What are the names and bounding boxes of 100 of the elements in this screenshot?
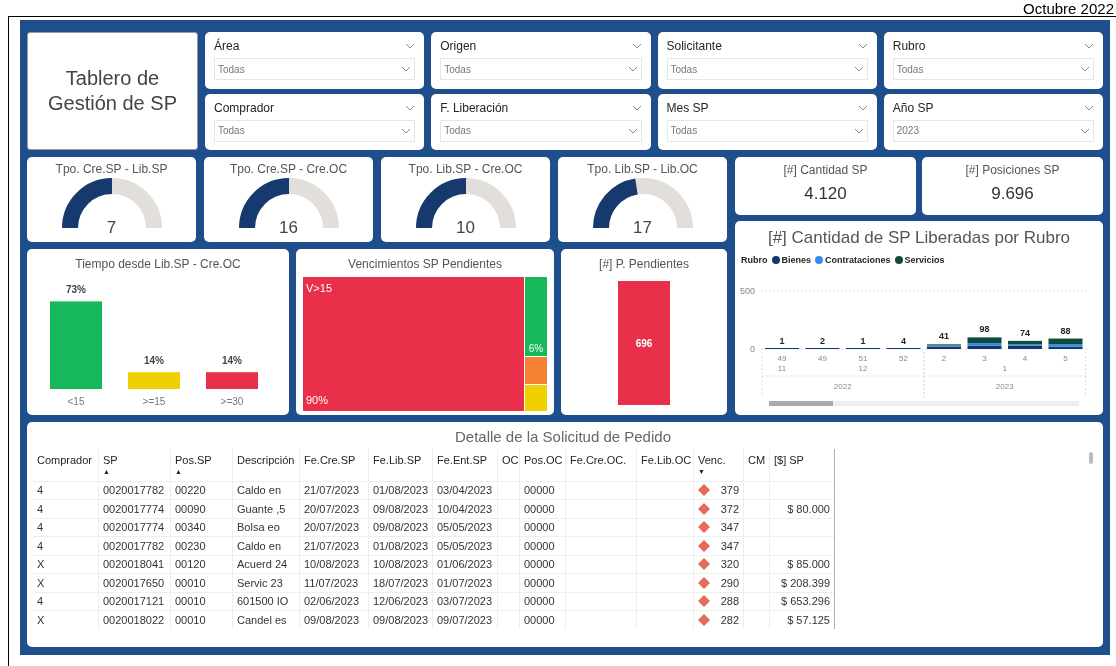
table-cell-text: 00000 (524, 594, 555, 609)
legend-label: Servicios (904, 253, 945, 267)
table-cell-text: 20/07/2023 (304, 501, 360, 517)
table-cell-text: 10/04/2023 (437, 501, 493, 517)
chart-title: Vencimientos SP Pendientes (348, 256, 502, 273)
x-tick: 49 (777, 354, 787, 363)
x-tick: 4 (1022, 354, 1028, 363)
value-label: 1 (860, 336, 866, 346)
x-tick: 52 (899, 354, 908, 363)
kpi-value: 4.120 (804, 183, 847, 205)
gauge-value: 7 (105, 219, 118, 236)
table-cell-text: 01/06/2023 (437, 557, 493, 572)
table-cell-text: 05/05/2023 (437, 538, 493, 554)
chart-title: [#] P. Pendientes (599, 256, 689, 273)
table-cell-text: 00010 (175, 575, 206, 591)
period-label: Octubre 2022 (1023, 0, 1114, 19)
table-cell-text: X (37, 575, 45, 591)
table-cell-text: 379 (720, 483, 739, 498)
table-cell-text: 00230 (175, 538, 206, 554)
legend-label: Bienes (781, 253, 811, 267)
gauge-value: 10 (455, 219, 476, 236)
table-cell-text: 4 (37, 538, 44, 554)
table-cell-text: 347 (720, 538, 739, 554)
table-cell-text: Bolsa eo (237, 520, 280, 535)
table-cell-text: Caldo en (237, 483, 282, 498)
table-cell-text: $ 208.399 (781, 575, 830, 591)
table-cell-text: 0020018041 (103, 557, 165, 572)
table-cell-text: Candel es (237, 612, 287, 628)
filter-label: Área (214, 37, 240, 55)
chart-title: Tiempo desde Lib.SP - Cre.OC (75, 256, 241, 273)
table-cell-text: 09/07/2023 (437, 612, 493, 628)
table-cell-text: 0020017774 (103, 501, 165, 517)
table-cell-text: 03/07/2023 (437, 594, 493, 609)
table-cell-text: Acuerd 24 (237, 557, 288, 572)
value-label: 2 (820, 336, 825, 346)
table-cell-text: 0020017774 (103, 520, 165, 535)
table-cell-text: 0020017650 (103, 575, 165, 591)
table-cell-text: 0020017782 (103, 483, 165, 498)
table-cell-text: 00120 (175, 557, 206, 572)
table-cell-text: 290 (720, 575, 739, 591)
table-cell-text: 00000 (524, 557, 555, 572)
table-cell-text: 18/07/2023 (373, 575, 429, 591)
table-cell-text: $ 653.296 (781, 594, 830, 609)
gauge-title: Tpo. Cre.SP - Cre.OC (229, 161, 348, 178)
table-cell-text: 4 (37, 520, 44, 535)
table-cell-text: 09/08/2023 (304, 612, 360, 628)
table-cell-text: 09/08/2023 (373, 520, 429, 535)
filter-label: Solicitante (666, 38, 722, 55)
table-cell-text: 601500 IO (237, 594, 289, 609)
value-label: 4 (901, 336, 906, 346)
legend-label: Contrataciones (825, 253, 891, 267)
table-cell-text: 4 (37, 483, 44, 498)
table-cell-text: 11/07/2023 (304, 575, 359, 591)
table-cell-text: 01/08/2023 (373, 483, 429, 498)
value-label: 1 (779, 336, 785, 346)
table-cell-text: 347 (720, 520, 739, 535)
gauge-value: 16 (278, 219, 299, 236)
table-cell-text: 320 (720, 557, 739, 572)
x-tick: 2 (941, 354, 947, 363)
table-cell-text: Guante ,5 (237, 501, 286, 517)
table-cell-text: 00000 (524, 538, 555, 554)
table-cell-text: 0020017121 (103, 594, 165, 609)
table-cell-text: $ 85.000 (787, 557, 830, 572)
table-cell-text: $ 80.000 (787, 501, 830, 517)
table-cell-text: 00340 (175, 520, 206, 535)
table-cell-text: 10/08/2023 (304, 557, 360, 572)
table-title: Detalle de la Solicitud de Pedido (454, 427, 672, 447)
value-label: 41 (939, 331, 949, 342)
dashboard-title: Tablero de Gestión de SP (47, 66, 178, 116)
value-label: 88 (1060, 325, 1071, 336)
x-year-label: 2022 (833, 382, 852, 391)
kpi-value: 9.696 (991, 183, 1034, 205)
category-label: <15 (67, 396, 85, 407)
filter-label: F. Liberación (440, 99, 509, 117)
x-tick: 5 (1063, 354, 1068, 363)
table-cell-text: X (37, 612, 45, 628)
table-cell-text: $ 57.125 (787, 612, 830, 628)
value-label: 74 (1020, 327, 1030, 338)
table-cell-text: 0020018022 (103, 612, 165, 628)
tile-label: V>15 (306, 281, 333, 296)
table-cell-text: 372 (720, 501, 739, 517)
value-label: 696 (635, 336, 653, 351)
table-cell-text: 09/08/2023 (373, 501, 429, 517)
x-month-label: 11 (777, 364, 787, 373)
kpi-title: [#] Posiciones SP (965, 162, 1060, 179)
value-label: 14% (222, 355, 242, 367)
x-month-label: 12 (858, 364, 868, 373)
filter-label: Origen (440, 38, 477, 55)
x-year-label: 2023 (995, 382, 1014, 391)
table-cell-text: 21/07/2023 (304, 483, 360, 498)
kpi-title: [#] Cantidad SP (783, 162, 868, 179)
y-tick: 0 (750, 344, 755, 354)
value-label: 14% (144, 355, 164, 367)
table-cell-text: 00000 (524, 501, 555, 517)
table-cell-text: Caldo en (237, 538, 282, 554)
table-cell-text: 21/07/2023 (304, 538, 360, 554)
treemap-tile: 6% (525, 277, 547, 357)
gauge-title: Tpo. Lib.SP - Lib.OC (587, 161, 698, 178)
table-cell-text: 03/04/2023 (437, 483, 493, 498)
table-cell-text: 00000 (524, 575, 555, 591)
